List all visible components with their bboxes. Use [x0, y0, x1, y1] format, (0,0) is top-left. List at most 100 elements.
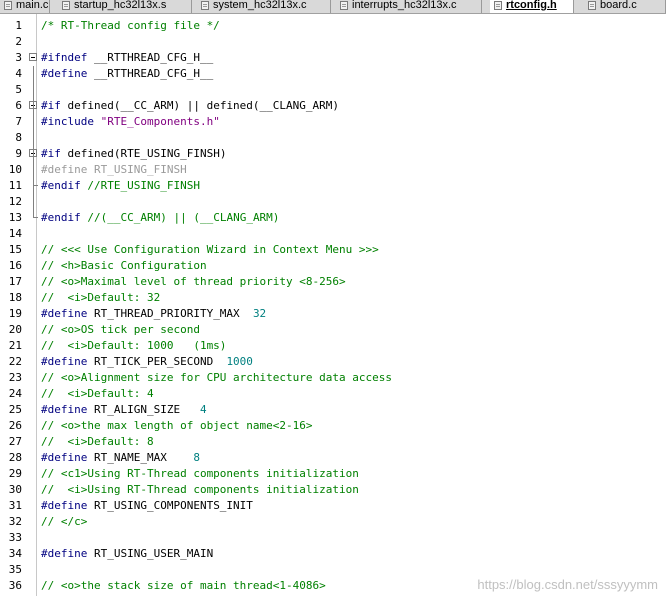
- line-number: 6: [15, 99, 22, 112]
- tab-label: rtconfig.h: [506, 0, 557, 11]
- line-number: 7: [15, 115, 22, 128]
- code-line[interactable]: 1 /* RT-Thread config file */: [0, 18, 666, 34]
- fold-collapse-icon[interactable]: [29, 53, 37, 61]
- line-number: 25: [8, 403, 22, 416]
- code-text: // <i>Default: 4: [41, 387, 154, 400]
- code-line[interactable]: 2: [0, 34, 666, 50]
- code-text: #define RT_USING_USER_MAIN: [41, 547, 214, 560]
- fold-guide-line: [33, 194, 34, 210]
- code-text: #define RT_ALIGN_SIZE 4: [41, 403, 207, 416]
- code-line[interactable]: 6 #if defined(__CC_ARM) || defined(__CLAN…: [0, 98, 666, 114]
- code-line[interactable]: 17 // <o>Maximal level of thread priority…: [0, 274, 666, 290]
- tab-rtconfig-h[interactable]: rtconfig.h: [490, 0, 574, 13]
- fold-guide-line: [33, 162, 34, 178]
- line-number: 29: [8, 467, 22, 480]
- line-number: 12: [8, 195, 22, 208]
- fold-guide-line: [33, 210, 34, 218]
- code-text: // <c1>Using RT-Thread components initia…: [41, 467, 359, 480]
- code-line[interactable]: 12: [0, 194, 666, 210]
- code-line[interactable]: 16 // <h>Basic Configuration: [0, 258, 666, 274]
- editor-tab-bar: main.c startup_hc32l13x.s system_hc32l13…: [0, 0, 666, 14]
- code-editor[interactable]: 1 /* RT-Thread config file */ 2 3 #ifndef __…: [0, 14, 666, 596]
- code-line[interactable]: 10 #define RT_USING_FINSH: [0, 162, 666, 178]
- code-line[interactable]: 30 // <i>Using RT-Thread components initi…: [0, 482, 666, 498]
- code-line[interactable]: 23 // <o>Alignment size for CPU architect…: [0, 370, 666, 386]
- tab-startup-hc32l13x-s[interactable]: startup_hc32l13x.s: [58, 0, 192, 13]
- line-number: 17: [8, 275, 22, 288]
- tab-label: board.c: [600, 0, 637, 11]
- line-number: 8: [15, 131, 22, 144]
- tab-label: main.c: [16, 0, 49, 11]
- code-line[interactable]: 5: [0, 82, 666, 98]
- file-icon: [201, 1, 209, 10]
- code-line[interactable]: 7 #include "RTE_Components.h": [0, 114, 666, 130]
- code-line[interactable]: 21 // <i>Default: 1000 (1ms): [0, 338, 666, 354]
- fold-guide-line: [33, 66, 34, 82]
- code-text: #define RT_USING_COMPONENTS_INIT: [41, 499, 253, 512]
- file-icon: [62, 1, 70, 10]
- line-number: 16: [8, 259, 22, 272]
- code-line[interactable]: 8: [0, 130, 666, 146]
- code-line[interactable]: 26 // <o>the max length of object name<2-…: [0, 418, 666, 434]
- tab-interrupts-hc32l13x-c[interactable]: interrupts_hc32l13x.c: [336, 0, 482, 13]
- code-line[interactable]: 28 #define RT_NAME_MAX 8: [0, 450, 666, 466]
- code-line[interactable]: 32 // </c>: [0, 514, 666, 530]
- code-line[interactable]: 3 #ifndef __RTTHREAD_CFG_H__: [0, 50, 666, 66]
- line-number: 9: [15, 147, 22, 160]
- line-number: 31: [8, 499, 22, 512]
- code-line[interactable]: 19 #define RT_THREAD_PRIORITY_MAX 32: [0, 306, 666, 322]
- code-text: /* RT-Thread config file */: [41, 19, 220, 32]
- tab-label: system_hc32l13x.c: [213, 0, 307, 11]
- line-number: 27: [8, 435, 22, 448]
- code-line[interactable]: 34 #define RT_USING_USER_MAIN: [0, 546, 666, 562]
- line-number: 24: [8, 387, 22, 400]
- line-number: 21: [8, 339, 22, 352]
- code-line[interactable]: 33: [0, 530, 666, 546]
- code-line[interactable]: 18 // <i>Default: 32: [0, 290, 666, 306]
- code-line[interactable]: 22 #define RT_TICK_PER_SECOND 1000: [0, 354, 666, 370]
- line-number: 1: [15, 19, 22, 32]
- code-text: // <i>Default: 1000 (1ms): [41, 339, 227, 352]
- line-number: 20: [8, 323, 22, 336]
- code-text: // <o>OS tick per second: [41, 323, 200, 336]
- code-line[interactable]: 4 #define __RTTHREAD_CFG_H__: [0, 66, 666, 82]
- code-line[interactable]: 20 // <o>OS tick per second: [0, 322, 666, 338]
- line-number: 32: [8, 515, 22, 528]
- code-line[interactable]: 31 #define RT_USING_COMPONENTS_INIT: [0, 498, 666, 514]
- code-text: // <o>the stack size of main thread<1-40…: [41, 579, 326, 592]
- code-line[interactable]: 25 #define RT_ALIGN_SIZE 4: [0, 402, 666, 418]
- code-line[interactable]: 35: [0, 562, 666, 578]
- fold-guide-line: [33, 82, 34, 98]
- tab-label: startup_hc32l13x.s: [74, 0, 167, 11]
- code-text: #include "RTE_Components.h": [41, 115, 220, 128]
- line-number: 34: [8, 547, 22, 560]
- tab-board-c[interactable]: board.c: [584, 0, 666, 13]
- code-line[interactable]: 9 #if defined(RTE_USING_FINSH): [0, 146, 666, 162]
- code-line[interactable]: 27 // <i>Default: 8: [0, 434, 666, 450]
- line-number: 5: [15, 83, 22, 96]
- code-text: // <i>Default: 32: [41, 291, 161, 304]
- line-number: 26: [8, 419, 22, 432]
- line-number: 36: [8, 579, 22, 592]
- file-icon: [4, 1, 12, 10]
- tab-main-c[interactable]: main.c: [0, 0, 50, 13]
- code-line[interactable]: 14: [0, 226, 666, 242]
- code-text: // <i>Using RT-Thread components initial…: [41, 483, 359, 496]
- line-number: 30: [8, 483, 22, 496]
- code-line[interactable]: 29 // <c1>Using RT-Thread components init…: [0, 466, 666, 482]
- code-text: #endif //(__CC_ARM) || (__CLANG_ARM): [41, 211, 280, 224]
- line-number: 33: [8, 531, 22, 544]
- code-text: // <i>Default: 8: [41, 435, 154, 448]
- code-line[interactable]: 11 #endif //RTE_USING_FINSH: [0, 178, 666, 194]
- line-number: 18: [8, 291, 22, 304]
- line-number: 13: [8, 211, 22, 224]
- code-line[interactable]: 15 // <<< Use Configuration Wizard in Con…: [0, 242, 666, 258]
- code-text: #ifndef __RTTHREAD_CFG_H__: [41, 51, 214, 64]
- code-line[interactable]: 13 #endif //(__CC_ARM) || (__CLANG_ARM): [0, 210, 666, 226]
- line-number: 28: [8, 451, 22, 464]
- code-line[interactable]: 24 // <i>Default: 4: [0, 386, 666, 402]
- fold-guide-line: [33, 178, 34, 194]
- fold-guide-line: [33, 114, 34, 130]
- tab-system-hc32l13x-c[interactable]: system_hc32l13x.c: [197, 0, 331, 13]
- code-text: // <o>Alignment size for CPU architectur…: [41, 371, 392, 384]
